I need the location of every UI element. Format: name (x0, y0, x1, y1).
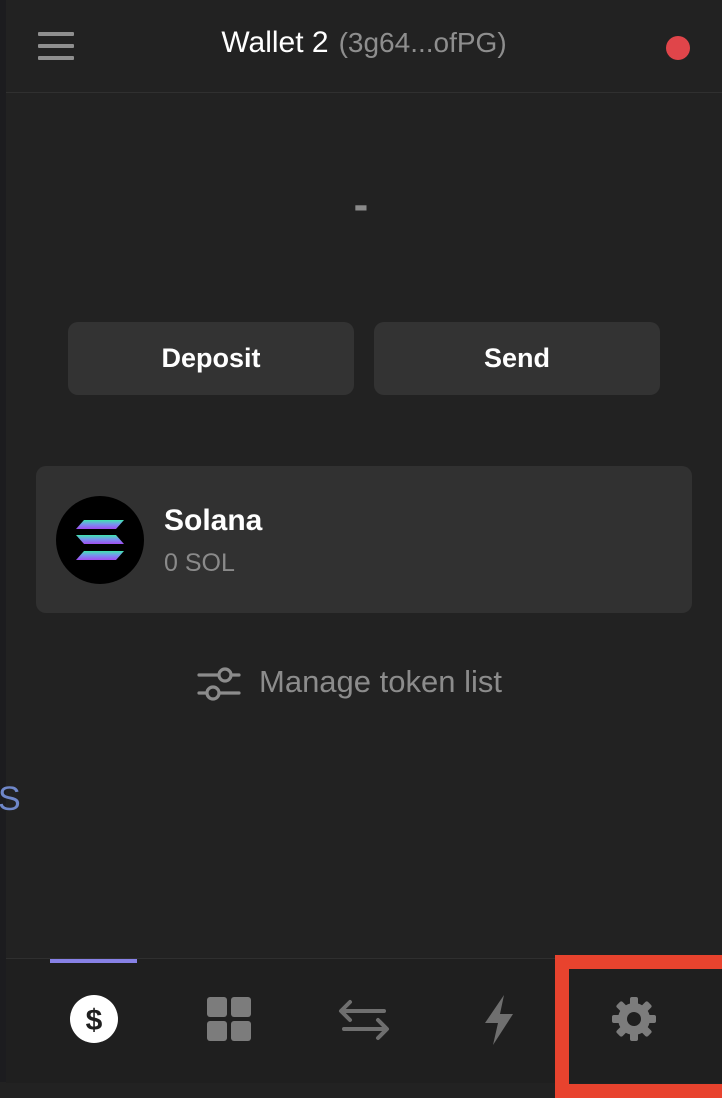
wallet-window: S Wallet 2 (3g64...ofPG) - Deposit Send (0, 0, 722, 1098)
token-row-solana[interactable]: Solana 0 SOL (36, 466, 692, 613)
grid-icon (207, 997, 251, 1041)
nav-activity[interactable] (469, 989, 529, 1049)
manage-token-list-label: Manage token list (259, 664, 502, 699)
gear-icon (612, 997, 656, 1041)
lightning-icon (485, 995, 513, 1045)
bottom-nav: $ (6, 958, 722, 1083)
nav-apps[interactable] (199, 989, 259, 1049)
nav-swap[interactable] (334, 989, 394, 1049)
nav-balances[interactable]: $ (64, 989, 124, 1049)
token-name: Solana (164, 504, 263, 537)
wallet-title[interactable]: Wallet 2 (3g64...ofPG) (6, 26, 722, 60)
nav-settings[interactable] (604, 989, 664, 1049)
background-window-glyph: S (0, 780, 21, 818)
wallet-address: (3g64...ofPG) (338, 27, 507, 58)
total-balance: - (353, 180, 369, 229)
sliders-icon (197, 667, 241, 701)
svg-text:$: $ (86, 1004, 103, 1037)
send-button[interactable]: Send (374, 322, 660, 395)
header: Wallet 2 (3g64...ofPG) (6, 0, 722, 93)
connection-status-dot (666, 36, 690, 60)
deposit-button[interactable]: Deposit (68, 322, 354, 395)
token-amount: 0 SOL (164, 549, 235, 577)
solana-logo-icon (56, 496, 144, 584)
background-window-edge: S (0, 0, 21, 1082)
active-tab-indicator (50, 959, 137, 963)
swap-arrows-icon (339, 1000, 389, 1040)
dollar-icon: $ (70, 995, 118, 1043)
wallet-name: Wallet 2 (221, 26, 329, 59)
